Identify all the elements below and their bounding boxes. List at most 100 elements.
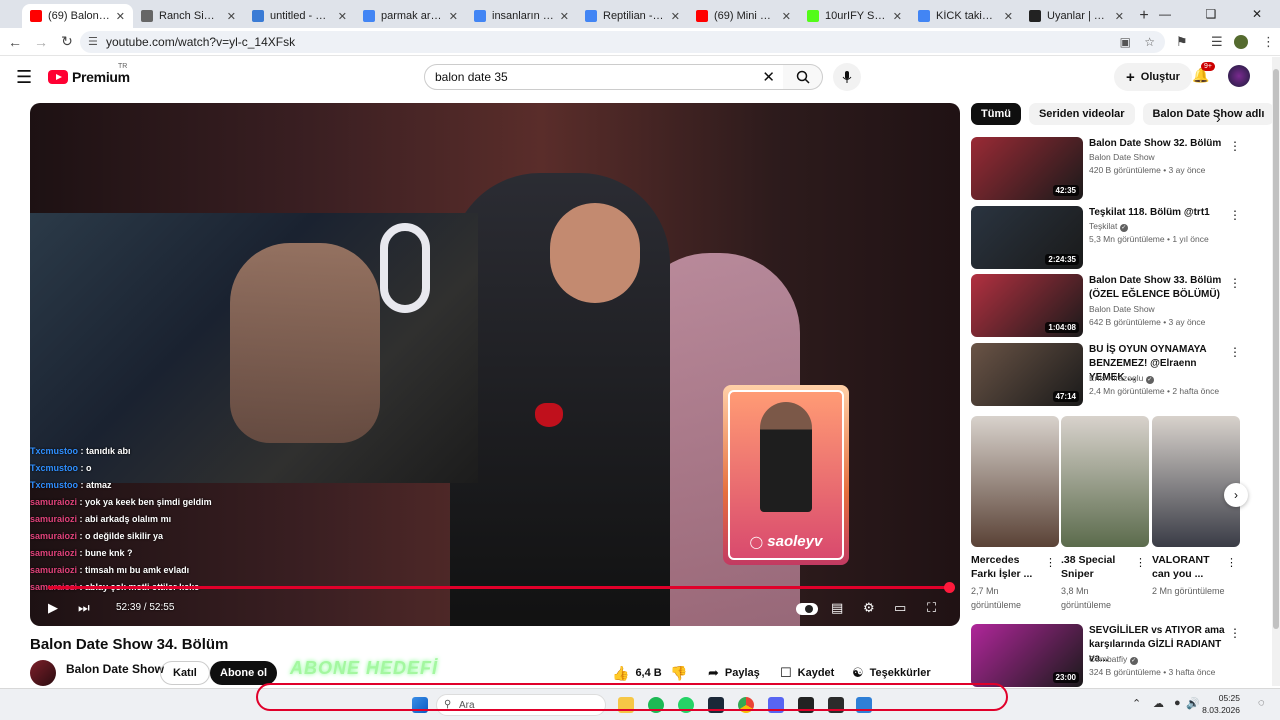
more-actions-icon[interactable]: ⋮ [1045, 556, 1056, 569]
address-bar[interactable]: ☰ youtube.com/watch?v=yl-c_14XFsk ☆ ▣ [80, 31, 1165, 53]
channel-avatar[interactable] [30, 660, 56, 686]
like-button[interactable]: 👍 6,4 B [612, 661, 662, 685]
bookmark-star-icon[interactable]: ☆ [1144, 35, 1155, 49]
recommended-video[interactable]: 2:24:35 Teşkilat 118. Bölüm @trt1 Teşkil… [971, 206, 1246, 270]
network-icon[interactable]: ☁ [1153, 697, 1164, 710]
close-tab-icon[interactable]: ✕ [338, 10, 347, 23]
site-info-icon[interactable]: ☰ [88, 35, 98, 48]
short-thumbnail[interactable] [1061, 416, 1149, 547]
channel-name[interactable]: Enis Kirazoglu ✓ [1089, 373, 1154, 384]
browser-tab[interactable]: (69) Balon Da ✕ [22, 4, 133, 28]
browser-tab[interactable]: parmak arası terli ✕ [355, 4, 466, 28]
browser-tab[interactable]: 10urIFY Stream ✕ [799, 4, 910, 28]
filter-chip[interactable]: Tümü [971, 103, 1021, 125]
dislike-button[interactable]: 👎 [670, 661, 687, 685]
recommended-video[interactable]: 23:00 SEVGİLİLER vs ATIYOR ama karşıları… [971, 624, 1246, 688]
filter-chip[interactable]: Balon Date Show adlı [1142, 103, 1275, 125]
close-tab-icon[interactable]: ✕ [227, 10, 236, 23]
restore-icon[interactable]: ❑ [1188, 7, 1234, 21]
browser-tab[interactable]: Ranch Simulator ✕ [133, 4, 244, 28]
browser-tab[interactable]: KİCK takipçi sesi ✕ [910, 4, 1021, 28]
browser-tab[interactable]: (69) Mini P.E.K.K.A ✕ [688, 4, 799, 28]
fullscreen-icon[interactable]: ⛶ [927, 600, 936, 616]
scrollbar-thumb[interactable] [1273, 69, 1279, 629]
more-actions-icon[interactable]: ⋮ [1229, 208, 1241, 222]
video-title[interactable]: Teşkilat 118. Bölüm @trt1 [1089, 206, 1229, 220]
video-thumbnail[interactable]: 47:14 [971, 343, 1083, 406]
account-avatar[interactable] [1228, 65, 1250, 87]
clear-search-icon[interactable]: ✕ [762, 68, 775, 86]
autoplay-toggle[interactable] [796, 603, 818, 615]
close-tab-icon[interactable]: ✕ [560, 10, 569, 23]
channel-name[interactable]: Combatfiy ✓ [1089, 654, 1138, 665]
reload-icon[interactable]: ↻ [54, 33, 80, 50]
browser-tab[interactable]: Uyanlar | Yayının ✕ [1021, 4, 1132, 28]
browser-tab[interactable]: Reptilian - Googl ✕ [577, 4, 688, 28]
thanks-button[interactable]: ☯ Teşekkürler [852, 661, 931, 685]
page-scrollbar[interactable] [1272, 57, 1280, 686]
close-tab-icon[interactable]: ✕ [782, 10, 791, 23]
video-thumbnail[interactable]: 1:04:08 [971, 274, 1083, 337]
short-title[interactable]: VALORANT can you ... [1152, 553, 1224, 581]
seek-bar[interactable] [48, 582, 955, 593]
short-thumbnail[interactable] [1152, 416, 1240, 547]
recommended-video[interactable]: 1:04:08 Balon Date Show 33. Bölüm (ÖZEL … [971, 274, 1246, 338]
system-clock[interactable]: 05:25 8.03.2026 [1200, 692, 1240, 716]
volume-icon[interactable]: 🔊 [1186, 697, 1200, 710]
subscribe-button[interactable]: Abone ol [210, 661, 278, 685]
channel-name[interactable]: Balon Date Show [66, 662, 164, 676]
menu-kebab-icon[interactable]: ⋮ [1262, 34, 1275, 50]
notification-bell-icon[interactable]: ◌ [1258, 697, 1265, 709]
settings-gear-icon[interactable]: ⚙ [863, 600, 875, 616]
play-icon[interactable]: ▶ [48, 600, 58, 616]
voice-search-button[interactable] [833, 63, 861, 91]
chevron-right-icon[interactable]: › [1216, 110, 1221, 126]
search-input[interactable]: balon date 35 ✕ [424, 64, 784, 90]
close-tab-icon[interactable]: ✕ [893, 10, 902, 23]
forward-icon[interactable]: → [28, 34, 54, 50]
channel-name[interactable]: Balon Date Show [1089, 152, 1155, 162]
close-window-icon[interactable]: ✕ [1234, 7, 1280, 21]
back-icon[interactable]: ← [2, 34, 28, 50]
tray-chevron-icon[interactable]: ⌃ [1132, 697, 1141, 710]
recommended-video[interactable]: 42:35 Balon Date Show 32. Bölüm Balon Da… [971, 137, 1246, 201]
theater-mode-icon[interactable]: ▭ [894, 600, 906, 616]
video-thumbnail[interactable]: 23:00 [971, 624, 1083, 687]
save-button[interactable]: ☐ Kaydet [780, 661, 834, 685]
video-title[interactable]: Balon Date Show 33. Bölüm (ÖZEL EĞLENCE … [1089, 274, 1229, 302]
minimize-icon[interactable]: — [1142, 7, 1188, 21]
video-player[interactable]: Txcmustoo : tanıdık abı Txcmustoo : o Txcm… [30, 103, 960, 626]
more-actions-icon[interactable]: ⋮ [1229, 139, 1241, 153]
extensions-icon[interactable]: ⚑ [1176, 34, 1188, 50]
recommended-video[interactable]: 47:14 BU İŞ OYUN OYNAMAYA BENZEMEZ! @Elr… [971, 343, 1246, 407]
close-tab-icon[interactable]: ✕ [1115, 10, 1124, 23]
close-tab-icon[interactable]: ✕ [1004, 10, 1013, 23]
share-button[interactable]: ➦ Paylaş [708, 661, 760, 685]
channel-name[interactable]: Balon Date Show [1089, 304, 1155, 314]
video-title[interactable]: Balon Date Show 32. Bölüm [1089, 137, 1229, 151]
more-actions-icon[interactable]: ⋮ [1229, 276, 1241, 290]
youtube-premium-logo[interactable]: Premium TR [48, 63, 130, 85]
short-thumbnail[interactable] [971, 416, 1059, 547]
profile-avatar[interactable] [1234, 35, 1248, 49]
next-icon[interactable]: ⏭ [78, 600, 90, 616]
video-thumbnail[interactable]: 2:24:35 [971, 206, 1083, 269]
filter-chip[interactable]: Seriden videolar [1028, 103, 1135, 125]
channel-name[interactable]: Teşkilat ✓ [1089, 221, 1128, 232]
subtitles-icon[interactable]: ▤ [831, 600, 843, 616]
more-actions-icon[interactable]: ⋮ [1226, 556, 1237, 569]
close-tab-icon[interactable]: ✕ [671, 10, 680, 23]
close-tab-icon[interactable]: ✕ [116, 10, 125, 23]
seek-handle[interactable] [944, 582, 955, 593]
microphone-icon[interactable]: ● [1174, 697, 1181, 709]
install-app-icon[interactable]: ▣ [1120, 35, 1131, 49]
browser-tab[interactable]: untitled - Paint ✕ [244, 4, 355, 28]
join-button[interactable]: Katıl [160, 661, 210, 685]
reading-list-icon[interactable]: ☰ [1211, 34, 1223, 50]
more-actions-icon[interactable]: ⋮ [1135, 556, 1146, 569]
browser-tab[interactable]: insanların arasında ✕ [466, 4, 577, 28]
video-thumbnail[interactable]: 42:35 [971, 137, 1083, 200]
hamburger-menu-icon[interactable]: ☰ [16, 67, 32, 88]
short-title[interactable]: .38 Special Sniper [1061, 553, 1133, 581]
notifications-button[interactable]: 🔔 9+ [1192, 62, 1215, 84]
